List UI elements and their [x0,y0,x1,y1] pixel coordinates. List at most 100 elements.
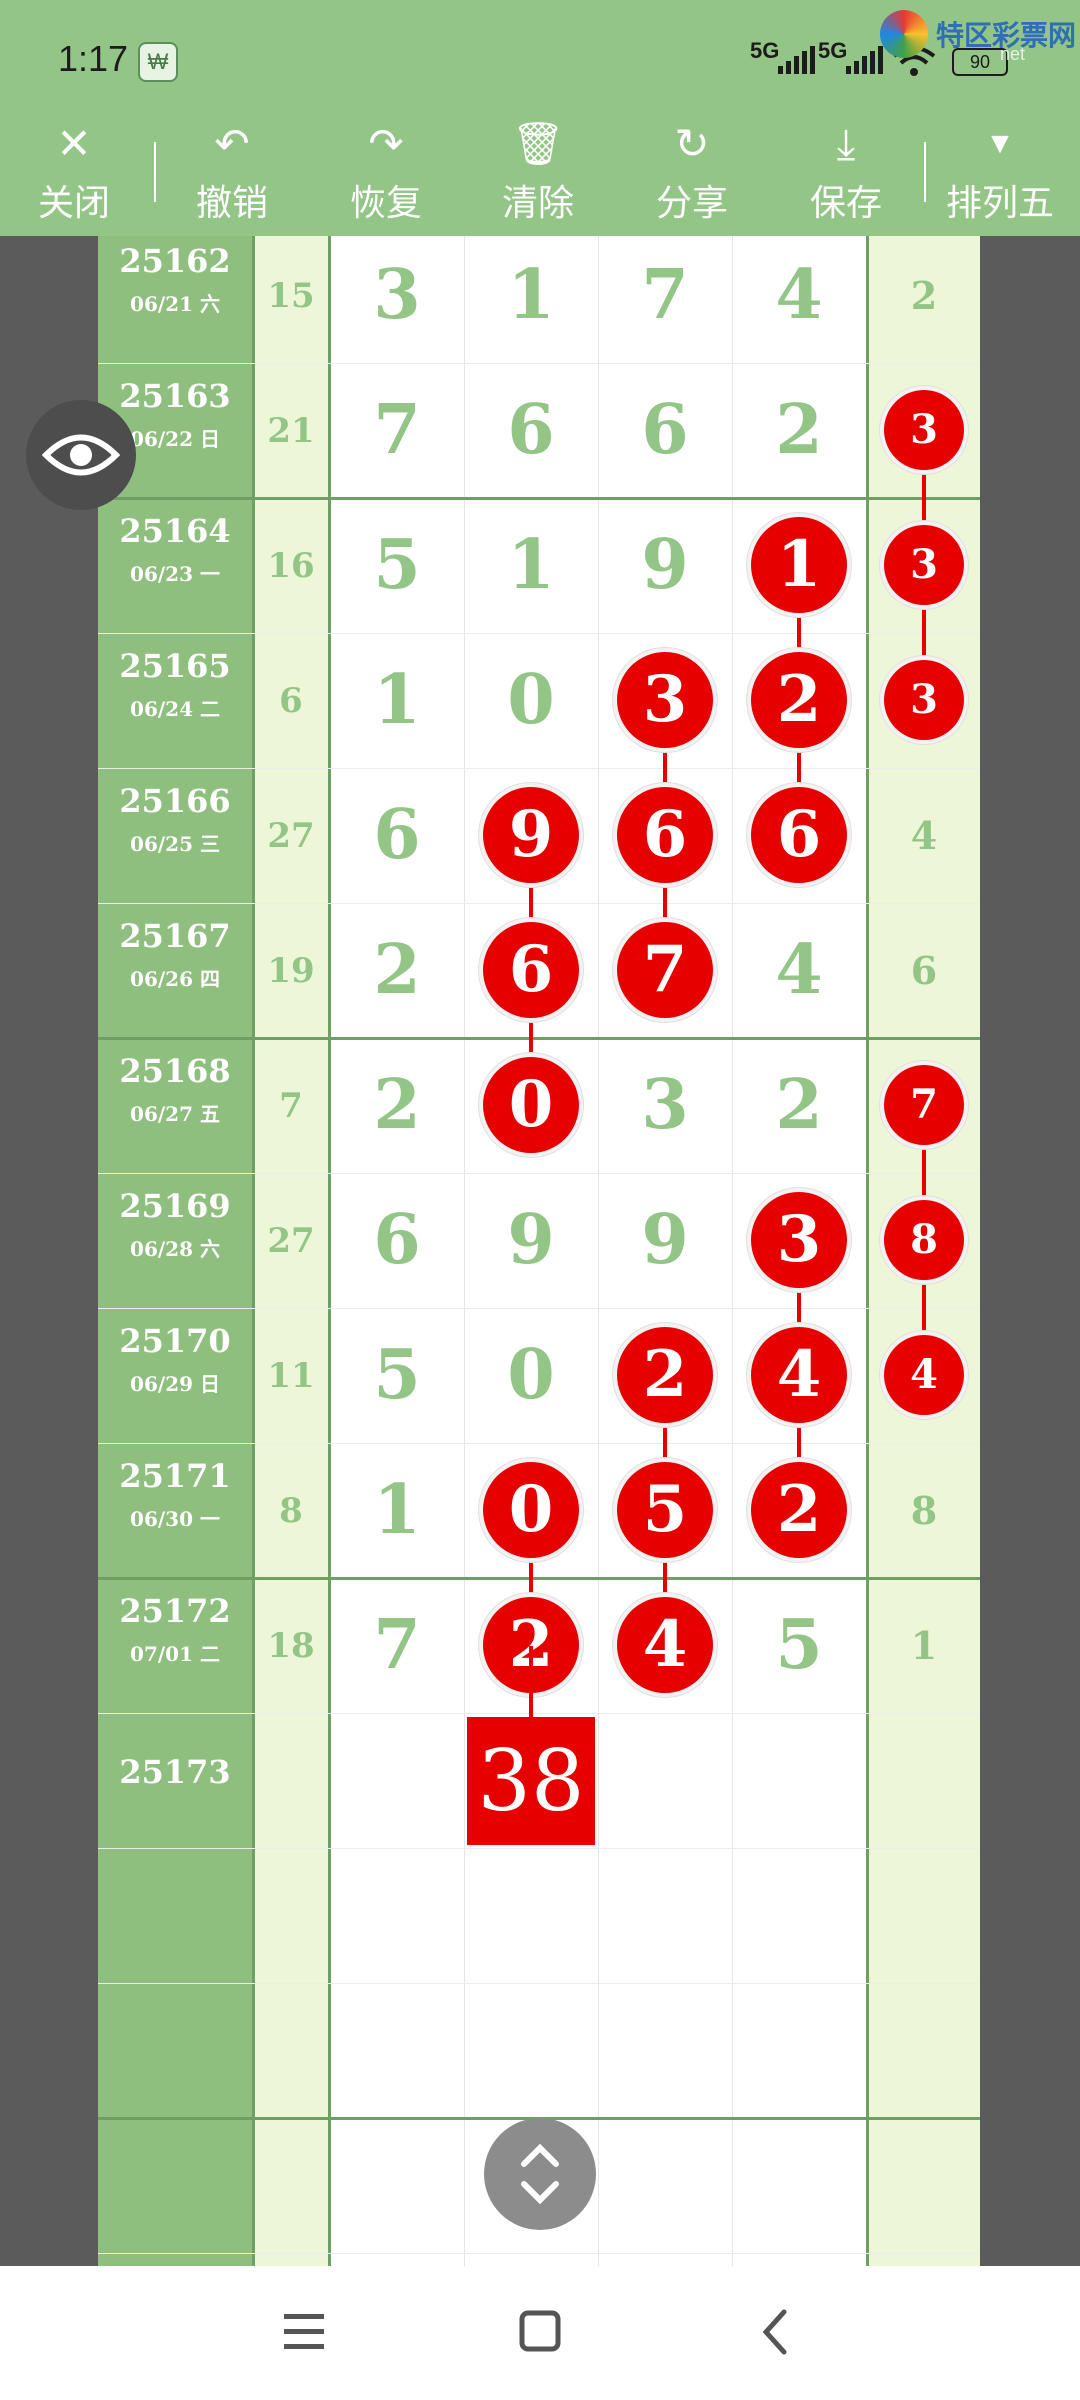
digit-cell[interactable]: 9 [598,498,732,633]
sum-value: 11 [267,1356,315,1396]
tail-cell[interactable]: 8 [868,1173,980,1308]
tail-cell[interactable]: 3 [868,633,980,768]
prediction-box[interactable]: 38 [467,1717,595,1845]
digit-cell[interactable]: 0 [464,1443,598,1578]
tail-cell[interactable]: 1 [868,1578,980,1713]
toolbar-label: 撤销 [195,182,268,223]
digit-cell[interactable]: 2 [732,633,866,768]
tail-cell[interactable]: 6 [868,903,980,1038]
digit-cell[interactable]: 1 [330,1443,464,1578]
digit-cell[interactable]: 7 [598,903,732,1038]
period-number: 25166 [119,782,231,820]
digit-cell[interactable] [330,1713,464,1848]
hit-marker: 0 [483,1057,579,1153]
tail-cell[interactable]: 8 [868,1443,980,1578]
digit-cell[interactable]: 5 [732,1578,866,1713]
digit-cell[interactable]: 7 [330,363,464,498]
hit-marker: 7 [617,922,713,1018]
digit-cell[interactable]: 0 [464,633,598,768]
undo-icon: ↶ [214,120,250,167]
toolbar-label: 分享 [655,182,728,223]
tail-cell[interactable]: 7 [868,1038,980,1173]
digit-cell[interactable]: 6 [464,903,598,1038]
hit-marker: 5 [617,1462,713,1558]
digit-cell[interactable]: 2 [732,363,866,498]
clock: 1:17 [58,38,129,79]
digit-cell[interactable]: 4 [732,1308,866,1443]
watermark-logo: 特区彩票网 [880,10,1076,58]
digit-cell[interactable]: 3 [598,1038,732,1173]
digit-cell[interactable]: 2 [330,903,464,1038]
table-row: 25165 06/24 二610323 [98,633,980,768]
digit-cell[interactable]: 9 [464,1173,598,1308]
back-button[interactable] [736,2302,816,2362]
digit-cell[interactable]: 2 [598,1308,732,1443]
system-navigation-bar [0,2266,1080,2400]
period-date: 06/25 三 [130,832,220,856]
tail-cell[interactable]: 3 [868,363,980,498]
sum-value: 16 [267,546,315,586]
share-button[interactable]: ↻ 分享 [632,112,752,236]
watermark-emblem [880,10,928,58]
scroll-toggle-button[interactable] [484,2118,596,2230]
toolbar-separator [924,142,926,202]
digit-cell[interactable]: 0 [464,1308,598,1443]
period-number: 25168 [119,1052,231,1090]
digit-cell[interactable]: 1 [330,633,464,768]
digit-cell[interactable]: 4 [732,903,866,1038]
lottery-select[interactable]: ▼ 排列五 [940,112,1060,236]
save-button[interactable]: ⤓ 保存 [786,112,906,236]
tail-cell[interactable] [868,1713,980,1848]
download-icon: ⤓ [836,120,856,167]
hit-marker: 6 [751,787,847,883]
digit-cell[interactable] [598,1713,732,1848]
digit-cell[interactable]: 4 [598,1578,732,1713]
redo-button[interactable]: ↷ 恢复 [326,112,446,236]
sum-value: 21 [267,411,315,451]
clear-button[interactable]: 🗑 清除 [478,112,598,236]
menu-button[interactable] [264,2302,344,2362]
digit-cell[interactable]: 2 [732,1038,866,1173]
digit-cell[interactable]: 6 [464,363,598,498]
close-button[interactable]: ✕ 关闭 [14,112,134,236]
digit-cell[interactable]: 3 [330,236,464,363]
digit-cell[interactable]: 6 [732,768,866,903]
digit-cell[interactable]: 6 [330,1173,464,1308]
table-row: 25170 06/29 日 11 5 0 2 4 4 [98,1308,980,1443]
digit-cell[interactable]: 4 [732,236,866,363]
table-row: 25162 06/21 六 15 3 1 7 4 2 [98,236,980,363]
status-bar: 1:17 ₩ 5G 5G 90 特区彩票网 net [0,0,1080,112]
digit-cell[interactable]: 1 [732,498,866,633]
eye-toggle-button[interactable] [26,400,136,510]
tail-cell[interactable]: 3 [868,498,980,633]
period-number: 25170 [119,1322,231,1360]
hit-marker: 3 [617,652,713,748]
digit-cell[interactable]: 7 [598,236,732,363]
digit-cell[interactable]: 3 [598,633,732,768]
undo-button[interactable]: ↶ 撤销 [172,112,292,236]
connector-line [529,1645,533,1717]
tail-hit-marker: 3 [884,525,964,605]
digit-cell[interactable]: 6 [598,363,732,498]
home-button[interactable] [500,2302,580,2362]
digit-cell[interactable]: 5 [330,1308,464,1443]
digit-cell[interactable]: 6 [598,768,732,903]
digit-cell[interactable]: 2 [330,1038,464,1173]
tail-cell[interactable]: 4 [868,768,980,903]
digit-cell[interactable]: 1 [464,236,598,363]
tail-cell[interactable]: 2 [868,236,980,363]
digit-cell[interactable]: 3 [732,1173,866,1308]
sum-value: 7 [279,1086,303,1126]
tail-cell[interactable]: 4 [868,1308,980,1443]
table-row: 25168 06/27 五720327 [98,1038,980,1173]
digit-cell[interactable]: 9 [598,1173,732,1308]
digit-cell[interactable]: 0 [464,1038,598,1173]
digit-cell[interactable]: 7 [330,1578,464,1713]
digit-cell[interactable]: 2 [732,1443,866,1578]
digit-cell[interactable]: 9 [464,768,598,903]
digit-cell[interactable]: 1 [464,498,598,633]
digit-cell[interactable]: 6 [330,768,464,903]
digit-cell[interactable] [732,1713,866,1848]
digit-cell[interactable]: 5 [330,498,464,633]
digit-cell[interactable]: 5 [598,1443,732,1578]
